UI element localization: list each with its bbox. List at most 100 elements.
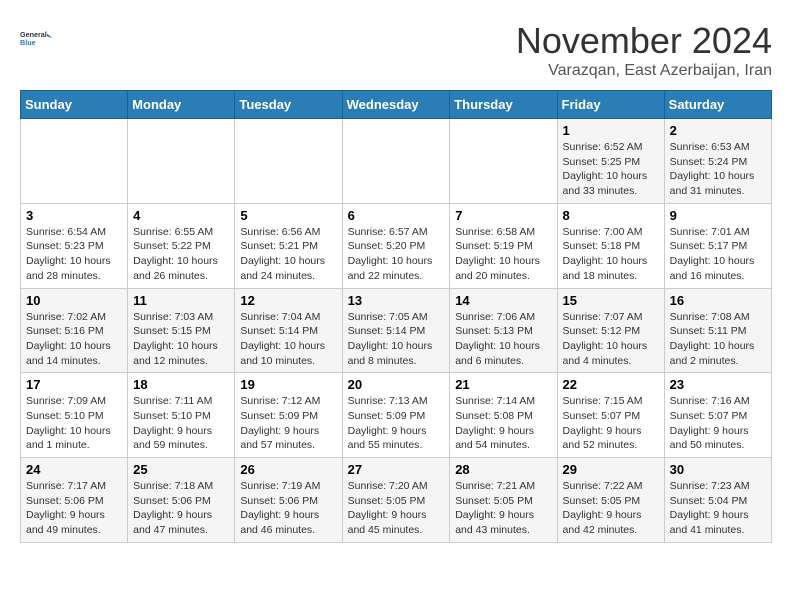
header-cell-thursday: Thursday [450, 91, 557, 119]
day-info: Sunrise: 7:04 AM Sunset: 5:14 PM Dayligh… [240, 310, 336, 369]
day-cell: 21 Sunrise: 7:14 AM Sunset: 5:08 PM Dayli… [450, 373, 557, 458]
day-info: Sunrise: 7:21 AM Sunset: 5:05 PM Dayligh… [455, 479, 551, 538]
day-number: 23 [670, 377, 766, 392]
logo-icon: GeneralBlue [20, 20, 56, 56]
day-info: Sunrise: 7:13 AM Sunset: 5:09 PM Dayligh… [348, 394, 445, 453]
week-row-1: 1 Sunrise: 6:52 AM Sunset: 5:25 PM Daylig… [21, 119, 772, 204]
day-info: Sunrise: 6:52 AM Sunset: 5:25 PM Dayligh… [563, 140, 659, 199]
day-cell: 7 Sunrise: 6:58 AM Sunset: 5:19 PM Daylig… [450, 203, 557, 288]
day-cell: 2Sunrise: 6:53 AM Sunset: 5:24 PM Daylig… [664, 119, 771, 204]
day-cell: 25 Sunrise: 7:18 AM Sunset: 5:06 PM Dayli… [128, 458, 235, 543]
month-title: November 2024 [516, 20, 772, 62]
day-info: Sunrise: 7:09 AM Sunset: 5:10 PM Dayligh… [26, 394, 122, 453]
day-cell: 27 Sunrise: 7:20 AM Sunset: 5:05 PM Dayli… [342, 458, 450, 543]
header-cell-saturday: Saturday [664, 91, 771, 119]
day-info: Sunrise: 6:57 AM Sunset: 5:20 PM Dayligh… [348, 225, 445, 284]
week-row-2: 3Sunrise: 6:54 AM Sunset: 5:23 PM Daylig… [21, 203, 772, 288]
header-cell-wednesday: Wednesday [342, 91, 450, 119]
page-header: GeneralBlue November 2024 Varazqan, East… [20, 20, 772, 80]
day-info: Sunrise: 7:19 AM Sunset: 5:06 PM Dayligh… [240, 479, 336, 538]
week-row-5: 24 Sunrise: 7:17 AM Sunset: 5:06 PM Dayli… [21, 458, 772, 543]
day-cell: 24 Sunrise: 7:17 AM Sunset: 5:06 PM Dayli… [21, 458, 128, 543]
day-number: 20 [348, 377, 445, 392]
day-number: 10 [26, 293, 122, 308]
logo: GeneralBlue [20, 20, 56, 56]
day-cell: 30 Sunrise: 7:23 AM Sunset: 5:04 PM Dayli… [664, 458, 771, 543]
day-number: 19 [240, 377, 336, 392]
day-number: 7 [455, 208, 551, 223]
day-number: 3 [26, 208, 122, 223]
day-cell: 17 Sunrise: 7:09 AM Sunset: 5:10 PM Dayli… [21, 373, 128, 458]
day-number: 9 [670, 208, 766, 223]
day-cell: 5 Sunrise: 6:56 AM Sunset: 5:21 PM Daylig… [235, 203, 342, 288]
day-number: 13 [348, 293, 445, 308]
day-number: 25 [133, 462, 229, 477]
day-cell: 9 Sunrise: 7:01 AM Sunset: 5:17 PM Daylig… [664, 203, 771, 288]
day-number: 4 [133, 208, 229, 223]
day-info: Sunrise: 7:20 AM Sunset: 5:05 PM Dayligh… [348, 479, 445, 538]
day-cell [235, 119, 342, 204]
day-info: Sunrise: 7:00 AM Sunset: 5:18 PM Dayligh… [563, 225, 659, 284]
title-block: November 2024 Varazqan, East Azerbaijan,… [516, 20, 772, 80]
day-info: Sunrise: 6:53 AM Sunset: 5:24 PM Dayligh… [670, 140, 766, 199]
day-cell: 22Sunrise: 7:15 AM Sunset: 5:07 PM Dayli… [557, 373, 664, 458]
day-info: Sunrise: 7:17 AM Sunset: 5:06 PM Dayligh… [26, 479, 122, 538]
day-info: Sunrise: 6:55 AM Sunset: 5:22 PM Dayligh… [133, 225, 229, 284]
day-info: Sunrise: 7:01 AM Sunset: 5:17 PM Dayligh… [670, 225, 766, 284]
day-number: 30 [670, 462, 766, 477]
day-cell: 28 Sunrise: 7:21 AM Sunset: 5:05 PM Dayli… [450, 458, 557, 543]
day-cell [128, 119, 235, 204]
day-info: Sunrise: 7:18 AM Sunset: 5:06 PM Dayligh… [133, 479, 229, 538]
day-number: 18 [133, 377, 229, 392]
week-row-4: 17 Sunrise: 7:09 AM Sunset: 5:10 PM Dayli… [21, 373, 772, 458]
day-info: Sunrise: 7:05 AM Sunset: 5:14 PM Dayligh… [348, 310, 445, 369]
day-info: Sunrise: 7:23 AM Sunset: 5:04 PM Dayligh… [670, 479, 766, 538]
day-cell [21, 119, 128, 204]
day-number: 21 [455, 377, 551, 392]
day-info: Sunrise: 7:12 AM Sunset: 5:09 PM Dayligh… [240, 394, 336, 453]
day-number: 15 [563, 293, 659, 308]
day-cell: 26Sunrise: 7:19 AM Sunset: 5:06 PM Dayli… [235, 458, 342, 543]
day-cell: 23 Sunrise: 7:16 AM Sunset: 5:07 PM Dayli… [664, 373, 771, 458]
day-number: 16 [670, 293, 766, 308]
day-info: Sunrise: 6:56 AM Sunset: 5:21 PM Dayligh… [240, 225, 336, 284]
day-number: 5 [240, 208, 336, 223]
day-info: Sunrise: 7:16 AM Sunset: 5:07 PM Dayligh… [670, 394, 766, 453]
day-cell: 3Sunrise: 6:54 AM Sunset: 5:23 PM Daylig… [21, 203, 128, 288]
day-cell: 10Sunrise: 7:02 AM Sunset: 5:16 PM Dayli… [21, 288, 128, 373]
day-number: 8 [563, 208, 659, 223]
day-cell: 4 Sunrise: 6:55 AM Sunset: 5:22 PM Daylig… [128, 203, 235, 288]
day-cell [342, 119, 450, 204]
location: Varazqan, East Azerbaijan, Iran [516, 62, 772, 80]
day-cell: 18 Sunrise: 7:11 AM Sunset: 5:10 PM Dayli… [128, 373, 235, 458]
day-cell: 13 Sunrise: 7:05 AM Sunset: 5:14 PM Dayli… [342, 288, 450, 373]
day-info: Sunrise: 7:22 AM Sunset: 5:05 PM Dayligh… [563, 479, 659, 538]
day-number: 1 [563, 123, 659, 138]
day-info: Sunrise: 6:58 AM Sunset: 5:19 PM Dayligh… [455, 225, 551, 284]
calendar-table: SundayMondayTuesdayWednesdayThursdayFrid… [20, 90, 772, 543]
day-number: 17 [26, 377, 122, 392]
day-number: 27 [348, 462, 445, 477]
day-info: Sunrise: 7:06 AM Sunset: 5:13 PM Dayligh… [455, 310, 551, 369]
day-info: Sunrise: 7:08 AM Sunset: 5:11 PM Dayligh… [670, 310, 766, 369]
day-cell: 20 Sunrise: 7:13 AM Sunset: 5:09 PM Dayli… [342, 373, 450, 458]
day-number: 29 [563, 462, 659, 477]
day-number: 24 [26, 462, 122, 477]
day-number: 22 [563, 377, 659, 392]
day-number: 28 [455, 462, 551, 477]
day-cell: 15Sunrise: 7:07 AM Sunset: 5:12 PM Dayli… [557, 288, 664, 373]
day-cell: 19 Sunrise: 7:12 AM Sunset: 5:09 PM Dayli… [235, 373, 342, 458]
day-cell: 8 Sunrise: 7:00 AM Sunset: 5:18 PM Daylig… [557, 203, 664, 288]
day-cell: 12 Sunrise: 7:04 AM Sunset: 5:14 PM Dayli… [235, 288, 342, 373]
day-info: Sunrise: 7:11 AM Sunset: 5:10 PM Dayligh… [133, 394, 229, 453]
day-cell: 11Sunrise: 7:03 AM Sunset: 5:15 PM Dayli… [128, 288, 235, 373]
svg-text:Blue: Blue [20, 38, 36, 47]
day-number: 14 [455, 293, 551, 308]
day-info: Sunrise: 7:14 AM Sunset: 5:08 PM Dayligh… [455, 394, 551, 453]
day-cell: 1 Sunrise: 6:52 AM Sunset: 5:25 PM Daylig… [557, 119, 664, 204]
day-number: 11 [133, 293, 229, 308]
day-number: 12 [240, 293, 336, 308]
day-cell: 29 Sunrise: 7:22 AM Sunset: 5:05 PM Dayli… [557, 458, 664, 543]
day-cell: 16 Sunrise: 7:08 AM Sunset: 5:11 PM Dayli… [664, 288, 771, 373]
week-row-3: 10Sunrise: 7:02 AM Sunset: 5:16 PM Dayli… [21, 288, 772, 373]
